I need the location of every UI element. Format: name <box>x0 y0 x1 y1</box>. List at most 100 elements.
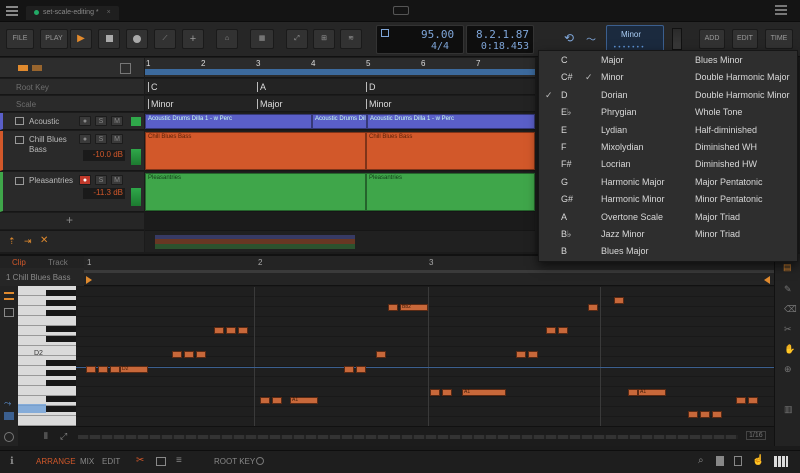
midi-note[interactable] <box>356 366 366 373</box>
midi-note[interactable] <box>628 389 638 396</box>
scale-menu-item[interactable]: Locrian <box>601 159 631 169</box>
scale-menu-item[interactable]: Major <box>601 55 624 65</box>
lane-view-icon[interactable] <box>32 65 42 71</box>
key-menu-item[interactable]: C <box>561 55 568 65</box>
scale-menu-item[interactable]: Diminished HW <box>695 159 757 169</box>
black-key[interactable] <box>46 310 76 316</box>
black-key[interactable] <box>46 396 76 402</box>
acoustic-clip[interactable]: Acoustic Drums Dilla 1 - w Perc <box>145 114 312 129</box>
midi-note[interactable] <box>86 366 96 373</box>
mute-button[interactable]: M <box>111 134 123 144</box>
scale-menu-item[interactable]: Dorian <box>601 90 628 100</box>
midi-note[interactable] <box>588 304 598 311</box>
midi-note[interactable]: A1 <box>638 389 666 396</box>
hand-pointer-icon[interactable]: ☝ <box>752 455 764 466</box>
pencil-icon[interactable]: ✎ <box>784 284 792 295</box>
black-key[interactable] <box>46 406 76 412</box>
cut-icon[interactable]: ✂ <box>136 455 144 466</box>
grid-button[interactable]: ≋ <box>340 29 362 49</box>
midi-note[interactable] <box>748 397 758 404</box>
layer-icon[interactable] <box>4 412 14 420</box>
midi-note[interactable] <box>98 366 108 373</box>
overview-window[interactable] <box>155 235 355 249</box>
scale-menu-item[interactable]: Half-diminished <box>695 125 757 135</box>
piano-keyboard[interactable]: D2 <box>18 286 76 426</box>
loop-region[interactable] <box>145 69 535 75</box>
midi-note[interactable] <box>272 397 282 404</box>
add-track-button[interactable]: + <box>66 213 73 227</box>
root-key-value[interactable]: D <box>366 82 376 92</box>
scale-menu-item[interactable]: Double Harmonic Major <box>695 72 790 82</box>
midi-note[interactable] <box>442 389 452 396</box>
volume-value[interactable]: -10.0 dB <box>83 150 125 161</box>
root-key-value[interactable]: A <box>257 82 266 92</box>
time-button[interactable]: TIME <box>765 29 793 49</box>
track-name[interactable]: Pleasantries <box>29 176 73 185</box>
midi-note[interactable] <box>558 327 568 334</box>
midi-note[interactable] <box>344 366 354 373</box>
midi-note[interactable]: Bb2 <box>400 304 428 311</box>
overdub-button[interactable]: ⌂ <box>216 29 238 49</box>
scale-menu-item[interactable]: Overtone Scale <box>601 212 663 222</box>
close-editor-icon[interactable]: ✕ <box>40 235 48 246</box>
midi-note[interactable] <box>376 351 386 358</box>
key-menu-item[interactable]: B♭ <box>561 229 571 240</box>
tempo-display[interactable]: 95.00 4/4 <box>376 25 464 54</box>
follow-icon[interactable]: ⇥ <box>24 236 32 247</box>
note-edit-icon[interactable] <box>4 292 14 300</box>
groove-button[interactable]: ⤢ <box>286 29 308 49</box>
expression-icon[interactable]: ⤳ <box>4 398 11 409</box>
midi-note[interactable] <box>546 327 556 334</box>
root-key-value[interactable]: C <box>148 82 158 92</box>
acoustic-clip[interactable]: Acoustic Drums Dilla 1 - w Perc <box>312 114 367 129</box>
close-icon[interactable]: × <box>107 9 111 16</box>
midi-note[interactable] <box>214 327 224 334</box>
menu-icon[interactable] <box>6 6 18 16</box>
arranger-ruler[interactable]: 1 2 3 4 5 6 7 <box>145 58 535 78</box>
note-grid[interactable]: D2 A1 Bb2 A1 A1 <box>76 287 774 426</box>
midi-note[interactable]: A1 <box>462 389 506 396</box>
midi-note[interactable]: A1 <box>290 397 318 404</box>
arranger-options-icon[interactable] <box>120 63 131 74</box>
pleasantries-clip[interactable]: Pleasantries <box>145 173 366 211</box>
root-key-status[interactable]: ROOT KEY <box>214 457 255 466</box>
black-key[interactable] <box>46 360 76 366</box>
midi-note[interactable] <box>736 397 746 404</box>
scale-menu-item[interactable]: Minor Triad <box>695 229 740 239</box>
panel-icon[interactable] <box>156 457 166 466</box>
midi-note[interactable] <box>700 411 710 418</box>
scale-menu-item[interactable]: Major Triad <box>695 212 740 222</box>
midi-note[interactable] <box>184 351 194 358</box>
key-menu-item[interactable]: E♭ <box>561 107 571 118</box>
scale-menu-item[interactable]: Blues Minor <box>695 55 743 65</box>
clip-start-marker[interactable] <box>86 276 92 284</box>
hand-icon[interactable]: ✋ <box>784 344 795 355</box>
add-marker-button[interactable]: + <box>182 29 204 49</box>
midi-note[interactable]: D2 <box>120 366 148 373</box>
midi-note[interactable] <box>260 397 270 404</box>
key-menu-item[interactable]: C# <box>561 72 573 82</box>
scale-menu-item[interactable]: Diminished WH <box>695 142 757 152</box>
scale-menu-item[interactable]: Whole Tone <box>695 107 742 117</box>
window-menu-icon[interactable] <box>775 5 787 15</box>
scale-value[interactable]: Major <box>257 99 283 109</box>
velocity-icon[interactable]: ⫴ <box>44 431 48 442</box>
editor-clip-name[interactable]: 1 Chill Blues Bass <box>6 273 70 282</box>
scale-menu-item[interactable]: Minor Pentatonic <box>695 194 763 204</box>
record-button[interactable] <box>126 29 148 49</box>
selected-key[interactable] <box>18 404 46 413</box>
black-key[interactable] <box>46 290 76 296</box>
clip-end-marker[interactable] <box>764 276 770 284</box>
volume-value[interactable]: -11.3 dB <box>83 188 125 199</box>
midi-note[interactable] <box>528 351 538 358</box>
scale-menu-item[interactable]: Mixolydian <box>601 142 644 152</box>
track-name[interactable]: Acoustic <box>29 117 59 126</box>
eraser-icon[interactable]: ⌫ <box>784 304 797 315</box>
key-menu-item[interactable]: D <box>561 90 568 100</box>
black-key[interactable] <box>46 300 76 306</box>
zoom-icon[interactable]: ⊕ <box>784 364 792 375</box>
black-key[interactable] <box>46 380 76 386</box>
midi-note[interactable] <box>238 327 248 334</box>
key-menu-item[interactable]: G# <box>561 194 573 204</box>
grid-view-icon[interactable] <box>4 308 14 317</box>
